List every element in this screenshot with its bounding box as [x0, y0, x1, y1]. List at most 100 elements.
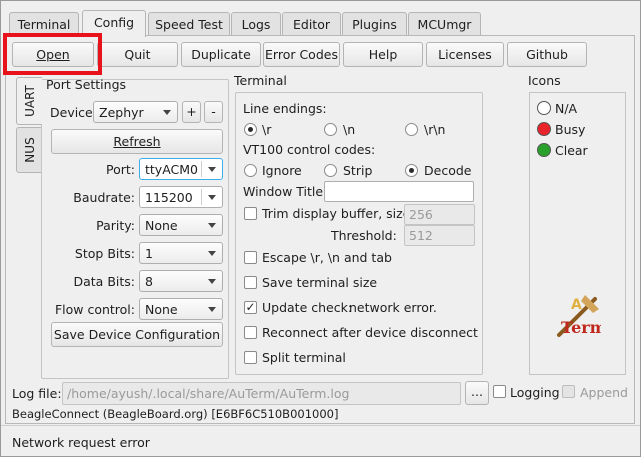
baudrate-combo[interactable]: 115200	[139, 186, 223, 208]
chevron-down-icon	[208, 251, 216, 256]
tab-speed-test[interactable]: Speed Test	[148, 12, 230, 36]
vt100-decode-radio[interactable]	[405, 164, 418, 177]
parity-label: Parity:	[96, 218, 135, 233]
data-bits-label: Data Bits:	[73, 274, 136, 289]
window-title-input[interactable]	[324, 181, 474, 202]
stop-bits-combo[interactable]: 1	[139, 242, 223, 264]
threshold-spinbox[interactable]: 512	[404, 225, 475, 246]
vt100-ignore-radio[interactable]	[244, 164, 257, 177]
tab-editor[interactable]: Editor	[282, 12, 341, 36]
na-led-icon	[537, 101, 551, 115]
device-combo[interactable]: Zephyr	[93, 101, 178, 123]
parity-combo[interactable]: None	[139, 214, 223, 236]
tab-logs[interactable]: Logs	[231, 12, 281, 36]
status-bar-text: Network request error	[12, 435, 150, 450]
tab-config[interactable]: Config	[82, 10, 146, 37]
clear-led-icon	[537, 143, 551, 157]
threshold-label: Threshold:	[331, 228, 397, 243]
side-tab-nus[interactable]: NUS	[16, 127, 42, 173]
line-ending-crlf-label: \r\n	[424, 122, 446, 137]
flow-control-value: None	[145, 302, 178, 317]
github-button[interactable]: Github	[507, 42, 587, 67]
line-ending-crlf-radio[interactable]	[405, 123, 418, 136]
flow-control-combo[interactable]: None	[139, 298, 223, 320]
tab-terminal[interactable]: Terminal	[9, 12, 79, 36]
status-divider	[1, 425, 640, 426]
update-check-checkbox[interactable]: ✓	[244, 301, 257, 314]
line-ending-lf-label: \n	[343, 122, 356, 137]
trim-buffer-label: Trim display buffer, size:	[262, 206, 415, 221]
flow-control-label: Flow control:	[54, 302, 135, 317]
log-file-path: /home/ayush/.local/share/AuTerm/AuTerm.l…	[67, 386, 350, 401]
device-label: Device	[50, 105, 93, 120]
chevron-down-icon	[208, 279, 216, 284]
error-codes-button[interactable]: Error Codes	[263, 42, 340, 67]
logging-checkbox[interactable]	[493, 385, 506, 398]
split-terminal-checkbox[interactable]	[244, 351, 257, 364]
icons-title: Icons	[528, 73, 561, 88]
chevron-down-icon	[163, 110, 171, 115]
data-bits-combo[interactable]: 8	[139, 270, 223, 292]
threshold-value: 512	[409, 228, 433, 243]
chevron-down-icon	[208, 223, 216, 228]
tab-mcumgr[interactable]: MCUmgr	[408, 12, 481, 36]
window-title-label: Window Title:	[243, 184, 328, 199]
reconnect-label: Reconnect after device disconnect	[262, 325, 478, 340]
side-tab-uart[interactable]: UART	[16, 77, 42, 125]
vt100-strip-label: Strip	[343, 163, 373, 178]
trim-size-value: 256	[409, 207, 433, 222]
duplicate-button[interactable]: Duplicate	[181, 42, 261, 67]
svg-text:Term: Term	[561, 318, 601, 337]
remove-device-button[interactable]: -	[204, 101, 223, 123]
open-button[interactable]: Open	[12, 42, 94, 67]
append-label: Append	[580, 385, 628, 400]
clear-label: Clear	[555, 143, 588, 158]
baudrate-label: Baudrate:	[73, 190, 135, 205]
port-label: Port:	[106, 162, 135, 177]
escape-checkbox[interactable]	[244, 251, 257, 264]
browse-log-button[interactable]: ...	[465, 381, 489, 405]
port-settings-title: Port Settings	[46, 77, 127, 92]
terminal-title: Terminal	[234, 73, 287, 88]
licenses-button[interactable]: Licenses	[426, 42, 504, 67]
parity-value: None	[145, 218, 178, 233]
busy-led-icon	[537, 122, 551, 136]
device-info-text: BeagleConnect (BeagleBoard.org) [E6BF6C5…	[12, 407, 339, 421]
refresh-button[interactable]: Refresh	[51, 129, 223, 154]
auterm-logo-icon: A Term	[557, 295, 601, 337]
data-bits-value: 8	[145, 274, 153, 289]
save-terminal-size-checkbox[interactable]	[244, 276, 257, 289]
baudrate-value: 115200	[145, 190, 193, 205]
port-value: ttyACM0	[145, 162, 198, 177]
trim-buffer-checkbox[interactable]	[244, 207, 257, 220]
combo-separator	[201, 189, 202, 205]
svg-text:A: A	[571, 297, 582, 313]
save-device-config-button[interactable]: Save Device Configuration	[51, 322, 223, 347]
vt100-decode-label: Decode	[424, 163, 472, 178]
trim-size-spinbox[interactable]: 256	[404, 204, 475, 225]
busy-label: Busy	[555, 122, 586, 137]
line-endings-label: Line endings:	[243, 101, 327, 116]
log-file-label: Log file:	[12, 386, 62, 401]
log-file-input[interactable]: /home/ayush/.local/share/AuTerm/AuTerm.l…	[62, 382, 461, 405]
escape-label: Escape \r, \n and tab	[262, 250, 392, 265]
add-device-button[interactable]: +	[182, 101, 201, 123]
tab-plugins[interactable]: Plugins	[342, 12, 407, 36]
help-button[interactable]: Help	[343, 42, 423, 67]
update-check-status: network error.	[349, 300, 437, 315]
main-window: Terminal Config Speed Test Logs Editor P…	[0, 0, 641, 457]
vt100-ignore-label: Ignore	[262, 163, 302, 178]
device-value: Zephyr	[99, 105, 144, 120]
chevron-down-icon	[208, 167, 216, 172]
line-ending-lf-radio[interactable]	[324, 123, 337, 136]
line-ending-cr-radio[interactable]	[244, 123, 257, 136]
na-label: N/A	[555, 101, 578, 116]
reconnect-checkbox[interactable]	[244, 326, 257, 339]
vt100-strip-radio[interactable]	[324, 164, 337, 177]
port-combo[interactable]: ttyACM0	[139, 158, 223, 180]
split-terminal-label: Split terminal	[262, 350, 346, 365]
append-checkbox[interactable]	[562, 385, 575, 398]
chevron-down-icon	[208, 195, 216, 200]
quit-button[interactable]: Quit	[97, 42, 178, 67]
stop-bits-value: 1	[145, 246, 153, 261]
